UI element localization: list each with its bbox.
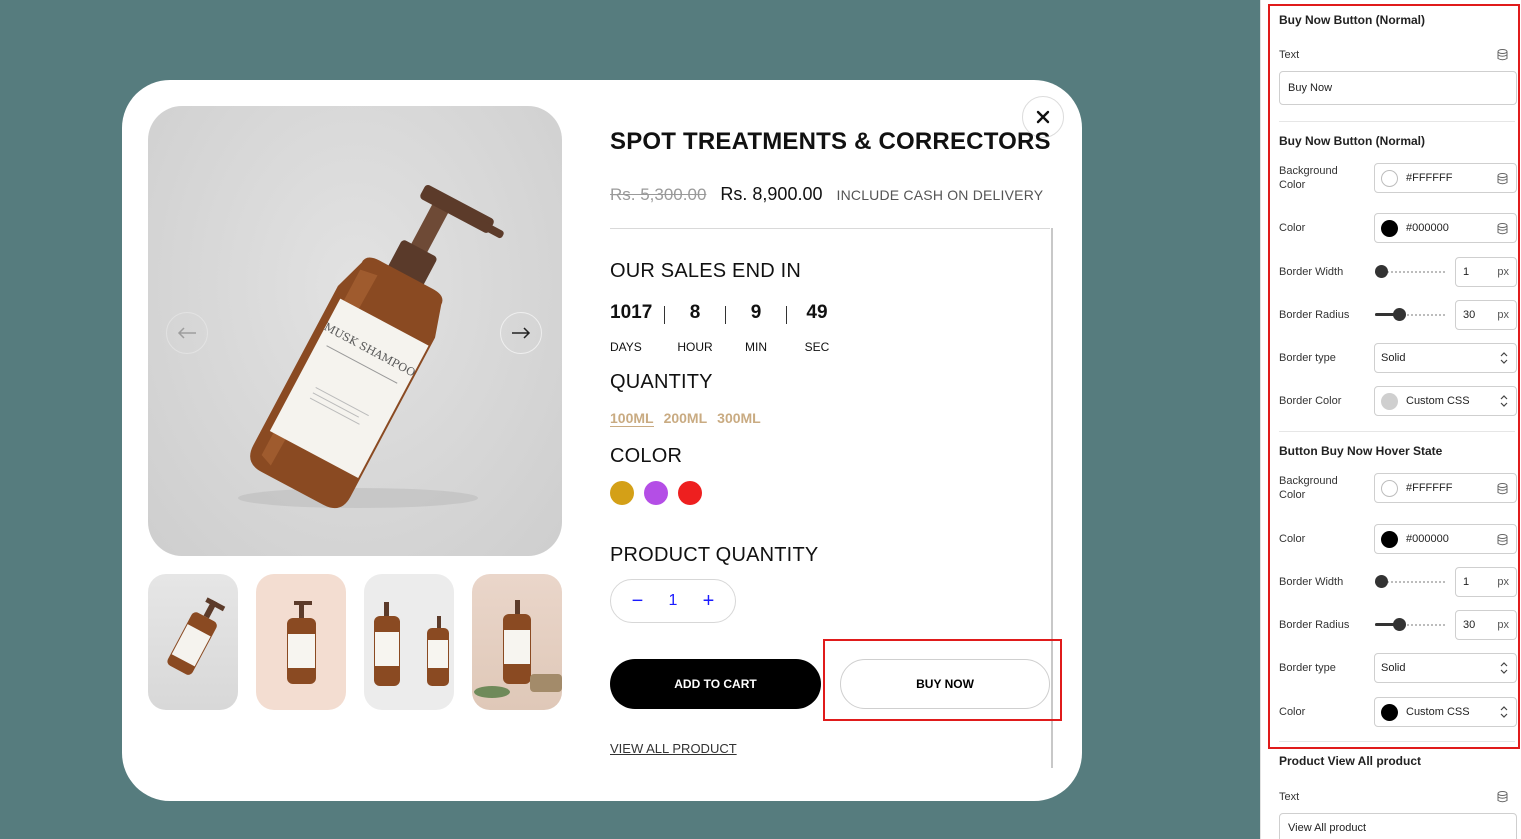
quantity-title: QUANTITY bbox=[610, 371, 713, 393]
prev-image-button[interactable] bbox=[166, 312, 208, 354]
view-all-text-label: Text bbox=[1279, 791, 1300, 803]
thumbnail-1[interactable] bbox=[148, 574, 238, 710]
thumbnail-bottle-icon bbox=[474, 600, 562, 698]
price-row: Rs. 5,300.00 Rs. 8,900.00 INCLUDE CASH O… bbox=[610, 184, 1043, 205]
view-all-product-link[interactable]: VIEW ALL PRODUCT bbox=[610, 741, 737, 756]
size-option-100ml[interactable]: 100ML bbox=[610, 410, 654, 427]
countdown-minutes: 9 MIN bbox=[726, 302, 786, 354]
color-swatch-red[interactable] bbox=[678, 481, 702, 505]
sale-price: Rs. 8,900.00 bbox=[720, 184, 823, 204]
add-to-cart-button[interactable]: ADD TO CART bbox=[610, 659, 821, 709]
thumbnail-bottle-icon bbox=[287, 601, 316, 684]
section-title: Product View All product bbox=[1279, 754, 1422, 768]
main-product-image: MUSK SHAMPOO bbox=[148, 106, 562, 556]
preview-canvas: MUSK SHAMPOO SPOT TREATMENTS & CORRECTOR… bbox=[0, 0, 1260, 839]
settings-panel: Buy Now Button (Normal) Text Buy Now Buy… bbox=[1260, 0, 1521, 839]
increment-button[interactable]: + bbox=[703, 590, 715, 613]
arrow-left-icon bbox=[177, 327, 196, 339]
countdown-value: 49 bbox=[806, 302, 828, 323]
thumbnail-bottle-icon bbox=[167, 597, 226, 675]
product-title: SPOT TREATMENTS & CORRECTORS bbox=[610, 128, 1051, 155]
countdown-seconds: 49 SEC bbox=[787, 302, 847, 354]
next-image-button[interactable] bbox=[500, 312, 542, 354]
thumbnail-3[interactable] bbox=[364, 574, 454, 710]
countdown-value: 8 bbox=[689, 302, 701, 323]
countdown-label: DAYS bbox=[610, 340, 642, 354]
cod-note: INCLUDE CASH ON DELIVERY bbox=[836, 187, 1044, 203]
countdown-timer: 1017 DAYS 8 HOUR 9 MIN 49 SEC bbox=[610, 302, 847, 354]
countdown-label: MIN bbox=[745, 340, 767, 354]
sales-countdown-title: OUR SALES END IN bbox=[610, 260, 802, 282]
view-all-text-input[interactable]: View All product bbox=[1279, 813, 1517, 839]
close-icon bbox=[1036, 110, 1050, 124]
countdown-label: SEC bbox=[804, 340, 830, 354]
thumbnail-2[interactable] bbox=[256, 574, 346, 710]
compare-at-price: Rs. 5,300.00 bbox=[610, 185, 707, 204]
quantity-stepper: − 1 + bbox=[610, 579, 736, 623]
size-options: 100ML 200ML 300ML bbox=[610, 410, 761, 427]
thumbnail-4[interactable] bbox=[472, 574, 562, 710]
countdown-value: 9 bbox=[750, 302, 762, 323]
divider bbox=[610, 228, 1050, 229]
buy-now-highlight-box bbox=[823, 639, 1062, 721]
color-swatch-gold[interactable] bbox=[610, 481, 634, 505]
settings-highlight-box bbox=[1268, 4, 1520, 749]
quantity-value[interactable]: 1 bbox=[669, 592, 678, 610]
thumbnail-strip bbox=[148, 574, 562, 710]
color-swatches bbox=[610, 481, 702, 505]
arrow-right-icon bbox=[512, 327, 531, 339]
color-title: COLOR bbox=[610, 445, 683, 467]
decrement-button[interactable]: − bbox=[632, 590, 644, 613]
color-swatch-purple[interactable] bbox=[644, 481, 668, 505]
size-option-200ml[interactable]: 200ML bbox=[664, 410, 708, 427]
size-option-300ml[interactable]: 300ML bbox=[717, 410, 761, 427]
countdown-days: 1017 DAYS bbox=[610, 302, 664, 354]
database-icon[interactable] bbox=[1497, 791, 1508, 803]
countdown-hours: 8 HOUR bbox=[665, 302, 725, 354]
countdown-value: 1017 bbox=[610, 302, 653, 323]
product-quantity-title: PRODUCT QUANTITY bbox=[610, 544, 819, 566]
thumbnail-bottle-icon bbox=[374, 602, 449, 686]
countdown-label: HOUR bbox=[677, 340, 713, 354]
